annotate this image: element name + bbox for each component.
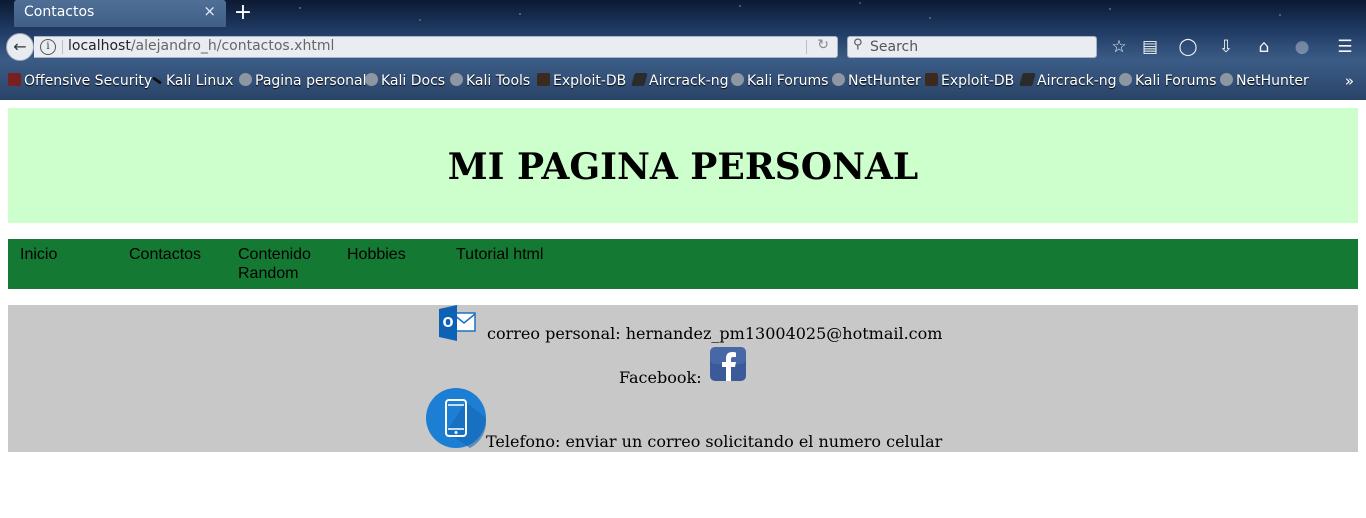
bookmark-item[interactable]: Kali Linux — [152, 73, 233, 93]
search-input[interactable] — [870, 38, 1090, 56]
url-path: /alejandro_h/contactos.xhtml — [130, 38, 335, 54]
bookmark-item[interactable]: NetHunter — [1220, 73, 1309, 93]
bookmark-item[interactable]: Aircrack-ng — [631, 73, 729, 93]
exploit-db-icon — [925, 73, 938, 86]
page-title: MI PAGINA PERSONAL — [447, 146, 919, 188]
address-bar[interactable]: i localhost/alejandro_h/contactos.xhtml … — [34, 36, 838, 58]
home-icon[interactable]: ⌂ — [1253, 36, 1275, 58]
reading-list-icon[interactable]: ▤ — [1139, 36, 1161, 58]
globe-icon — [239, 73, 252, 86]
bookmark-item[interactable]: Aircrack-ng — [1019, 73, 1117, 93]
new-tab-button[interactable]: + — [232, 0, 254, 26]
bookmarks-toolbar: Offensive Security Kali Linux Pagina per… — [0, 70, 1366, 96]
tab-close-icon[interactable]: × — [203, 2, 216, 20]
menu-item-contenido-random[interactable]: Contenido Random — [238, 245, 328, 283]
menu-item-contactos[interactable]: Contactos — [129, 245, 229, 264]
bookmark-item[interactable]: Kali Forums — [1119, 73, 1216, 93]
search-bar[interactable]: ⚲ — [847, 36, 1097, 58]
outlook-icon: O — [439, 305, 476, 341]
menu-icon[interactable]: ☰ — [1334, 36, 1356, 58]
exploit-db-icon — [537, 73, 550, 86]
pocket-icon[interactable]: ◯ — [1177, 36, 1199, 58]
bookmark-item[interactable]: Kali Tools — [450, 73, 530, 93]
info-icon[interactable]: i — [40, 39, 56, 55]
tab-title: Contactos — [24, 4, 95, 20]
browser-tab[interactable]: Contactos × — [14, 0, 226, 27]
aircrack-icon — [631, 73, 648, 86]
bookmark-item[interactable]: Offensive Security — [8, 73, 152, 93]
navigation-bar: ← i localhost/alejandro_h/contactos.xhtm… — [0, 27, 1366, 65]
phone-text: Telefono: enviar un correo solicitando e… — [486, 432, 943, 451]
kali-dragon-icon — [152, 76, 162, 85]
main-menu: Inicio Contactos Contenido Random Hobbie… — [8, 239, 1358, 289]
bookmarks-more-icon[interactable]: » — [1345, 72, 1354, 90]
facebook-label: Facebook: — [619, 368, 702, 387]
globe-icon — [365, 73, 378, 86]
email-text: correo personal: hernandez_pm13004025@ho… — [487, 324, 943, 343]
globe-icon — [1220, 73, 1233, 86]
globe-icon — [832, 73, 845, 86]
facebook-icon[interactable] — [710, 347, 746, 381]
bookmark-item[interactable]: Exploit-DB — [537, 73, 626, 93]
menu-item-hobbies[interactable]: Hobbies — [347, 245, 447, 264]
globe-icon — [731, 73, 744, 86]
url-text[interactable]: localhost/alejandro_h/contactos.xhtml — [68, 38, 334, 54]
extension-icon[interactable]: ● — [1291, 36, 1313, 58]
bookmark-item[interactable]: Exploit-DB — [925, 73, 1014, 93]
bookmark-star-icon[interactable]: ☆ — [1108, 36, 1130, 58]
download-icon[interactable]: ⇩ — [1215, 36, 1237, 58]
url-host: localhost — [68, 38, 131, 54]
bookmark-item[interactable]: Kali Docs — [365, 73, 445, 93]
contact-section: O correo personal: hernandez_pm13004025@… — [8, 305, 1358, 452]
bookmark-item[interactable]: Kali Forums — [731, 73, 828, 93]
aircrack-icon — [1019, 73, 1036, 86]
reload-icon[interactable]: ↻ — [817, 37, 829, 53]
page-header: MI PAGINA PERSONAL — [8, 108, 1358, 223]
search-icon: ⚲ — [853, 37, 863, 52]
menu-item-tutorial-html[interactable]: Tutorial html — [456, 245, 556, 264]
menu-item-inicio[interactable]: Inicio — [20, 245, 120, 264]
bookmark-item[interactable]: NetHunter — [832, 73, 921, 93]
bookmark-item[interactable]: Pagina personal — [239, 73, 367, 93]
svg-text:O: O — [442, 316, 453, 331]
globe-icon — [450, 73, 463, 86]
browser-chrome: Contactos × + ← i localhost/alejandro_h/… — [0, 0, 1366, 100]
globe-icon — [1119, 73, 1132, 86]
back-button[interactable]: ← — [6, 33, 34, 61]
phone-icon — [426, 388, 486, 448]
offensive-security-icon — [8, 73, 21, 86]
